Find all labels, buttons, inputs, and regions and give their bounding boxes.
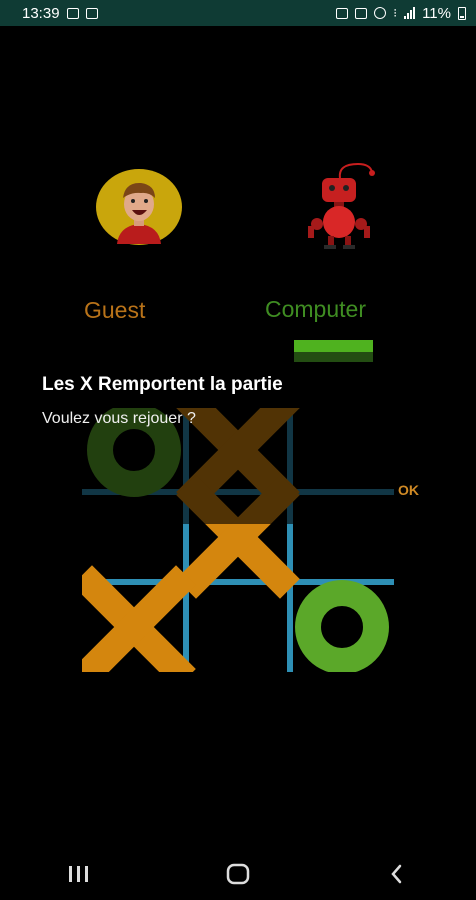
home-icon <box>226 863 250 885</box>
navigation-bar <box>0 848 476 900</box>
back-icon <box>390 864 401 884</box>
status-bar: 13:39 ⁝ 11% <box>0 0 476 26</box>
alarm-icon <box>336 7 349 19</box>
guest-name: Guest <box>84 297 146 323</box>
hotspot-icon <box>374 7 387 19</box>
computer-avatar <box>308 162 375 249</box>
gallery-notification-icon <box>66 7 79 19</box>
computer-turn-indicator <box>294 340 373 362</box>
wifi-icon: ⁝ <box>393 6 398 20</box>
battery-percent: 11% <box>422 4 451 22</box>
result-dialog-title: Les X Remportent la partie <box>42 374 283 395</box>
signal-icon <box>404 7 416 19</box>
status-left: 13:39 <box>22 5 98 22</box>
board-cell[interactable] <box>190 586 286 668</box>
home-button[interactable] <box>208 854 268 894</box>
computer-name: Computer <box>265 296 366 322</box>
battery-icon <box>458 6 466 20</box>
result-dialog-message: Voulez vous rejouer ? <box>42 410 196 427</box>
message-notification-icon <box>85 7 98 19</box>
mute-icon <box>355 7 368 19</box>
recent-apps-button[interactable] <box>49 854 109 894</box>
status-right: ⁝ 11% <box>336 5 466 22</box>
recent-apps-icon <box>69 866 89 882</box>
back-button[interactable] <box>367 854 427 894</box>
status-time: 13:39 <box>22 4 60 22</box>
ok-button[interactable]: OK <box>398 482 419 498</box>
guest-avatar <box>96 169 182 245</box>
